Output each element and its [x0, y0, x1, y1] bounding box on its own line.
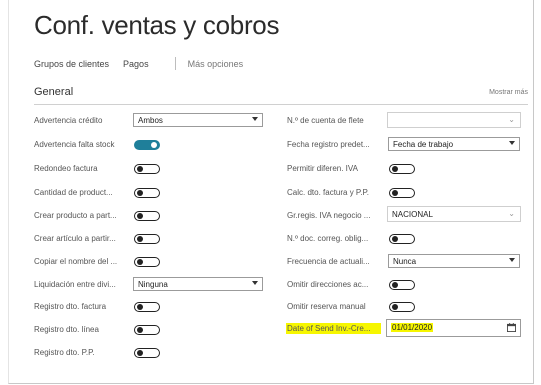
field-label: Date of Send Inv.-Cre...: [287, 323, 371, 333]
field-calc-dto: Calc. dto. factura y P.P.: [287, 184, 385, 200]
field-advertencia-stock: Advertencia falta stock: [34, 136, 126, 152]
toggle-knob: [137, 190, 143, 196]
toggle-registro-dto-factura[interactable]: [134, 302, 160, 312]
toggle-knob: [137, 350, 143, 356]
toggle-crear-producto[interactable]: [134, 211, 160, 221]
toggle-knob: [137, 327, 143, 333]
field-frecuencia-actualizacion: Frecuencia de actuali...: [287, 253, 385, 269]
field-advertencia-credito: Advertencia crédito: [34, 112, 126, 128]
toggle-knob: [392, 304, 398, 310]
chevron-down-icon: ⌄: [508, 115, 515, 124]
section-divider: [34, 104, 528, 105]
field-omitir-reserva: Omitir reserva manual: [287, 298, 385, 314]
date-input-send-inv[interactable]: 01/01/2020: [386, 319, 521, 337]
field-label: Advertencia falta stock: [34, 139, 115, 149]
field-label: Gr.regis. IVA negocio ...: [287, 210, 371, 220]
chevron-down-icon: [252, 281, 258, 285]
field-label: N.º doc. correg. oblig...: [287, 233, 369, 243]
field-label: Frecuencia de actuali...: [287, 256, 370, 266]
field-label: Crear artículo a partir...: [34, 233, 116, 243]
toggle-knob: [137, 213, 143, 219]
date-value: 01/01/2020: [391, 323, 434, 332]
toggle-knob: [137, 304, 143, 310]
select-value: Nunca: [393, 256, 417, 266]
toggle-advertencia-stock[interactable]: [134, 140, 160, 150]
field-label: Registro dto. P.P.: [34, 347, 95, 357]
field-label: Cantidad de product...: [34, 187, 113, 197]
field-label: Crear producto a part...: [34, 210, 117, 220]
show-more-link[interactable]: Mostrar más: [489, 89, 528, 96]
toggle-cantidad-producto[interactable]: [134, 188, 160, 198]
field-label: Omitir reserva manual: [287, 301, 366, 311]
field-cuenta-flete: N.º de cuenta de flete: [287, 112, 385, 128]
select-value: Ninguna: [138, 279, 168, 289]
section-title[interactable]: General: [34, 86, 73, 98]
field-date-send-inv: Date of Send Inv.-Cre...: [287, 320, 385, 336]
toggle-omitir-direcciones[interactable]: [389, 280, 415, 290]
toggle-registro-dto-linea[interactable]: [134, 325, 160, 335]
toggle-knob: [137, 236, 143, 242]
tab-mas-opciones[interactable]: Más opciones: [188, 59, 244, 69]
field-label: Registro dto. línea: [34, 324, 99, 334]
field-fecha-registro: Fecha registro predet...: [287, 136, 385, 152]
field-label: Registro dto. factura: [34, 301, 107, 311]
toggle-registro-dto-pp[interactable]: [134, 348, 160, 358]
field-gr-regis-iva: Gr.regis. IVA negocio ...: [287, 207, 385, 223]
select-value: NACIONAL: [392, 209, 433, 219]
field-label: Copiar el nombre del ...: [34, 256, 118, 266]
action-bar: Grupos de clientes Pagos Más opciones: [34, 57, 243, 70]
field-redondeo-factura: Redondeo factura: [34, 160, 126, 176]
toggle-knob: [151, 142, 157, 148]
select-value: Fecha de trabajo: [393, 139, 454, 149]
combo-gr-regis-iva[interactable]: NACIONAL ⌄: [387, 206, 521, 222]
toggle-n-doc-correg[interactable]: [389, 234, 415, 244]
chevron-down-icon: [509, 258, 515, 262]
field-label: Liquidación entre divi...: [34, 279, 116, 289]
field-label: Permitir diferen. IVA: [287, 163, 358, 173]
field-label: Fecha registro predet...: [287, 139, 370, 149]
toggle-knob: [137, 166, 143, 172]
toggle-knob: [392, 166, 398, 172]
select-value: Ambos: [138, 115, 163, 125]
field-registro-dto-pp: Registro dto. P.P.: [34, 344, 126, 360]
field-copiar-nombre: Copiar el nombre del ...: [34, 253, 126, 269]
field-n-doc-correg: N.º doc. correg. oblig...: [287, 230, 385, 246]
toggle-knob: [392, 282, 398, 288]
tab-pagos[interactable]: Pagos: [123, 59, 149, 69]
field-registro-dto-factura: Registro dto. factura: [34, 298, 126, 314]
field-label: Redondeo factura: [34, 163, 98, 173]
field-label: Omitir direcciones ac...: [287, 279, 369, 289]
toggle-knob: [392, 236, 398, 242]
select-advertencia-credito[interactable]: Ambos: [133, 113, 263, 127]
field-label: Advertencia crédito: [34, 115, 103, 125]
select-liquidacion[interactable]: Ninguna: [133, 277, 263, 291]
chevron-down-icon: [509, 141, 515, 145]
calendar-icon[interactable]: [507, 323, 516, 332]
field-label: Calc. dto. factura y P.P.: [287, 187, 369, 197]
select-fecha-registro[interactable]: Fecha de trabajo: [388, 137, 520, 151]
field-crear-articulo: Crear artículo a partir...: [34, 230, 126, 246]
toggle-knob: [137, 259, 143, 265]
toggle-knob: [392, 190, 398, 196]
select-frecuencia-actualizacion[interactable]: Nunca: [388, 254, 520, 268]
chevron-down-icon: ⌄: [508, 209, 515, 218]
field-cantidad-producto: Cantidad de product...: [34, 184, 126, 200]
field-registro-dto-linea: Registro dto. línea: [34, 321, 126, 337]
page-title: Conf. ventas y cobros: [34, 10, 280, 40]
field-crear-producto: Crear producto a part...: [34, 207, 126, 223]
toggle-crear-articulo[interactable]: [134, 234, 160, 244]
toggle-redondeo-factura[interactable]: [134, 164, 160, 174]
toggle-calc-dto[interactable]: [389, 188, 415, 198]
chevron-down-icon: [252, 117, 258, 121]
field-omitir-direcciones: Omitir direcciones ac...: [287, 276, 385, 292]
field-label: N.º de cuenta de flete: [287, 115, 364, 125]
toggle-copiar-nombre[interactable]: [134, 257, 160, 267]
field-permitir-diferen-iva: Permitir diferen. IVA: [287, 160, 385, 176]
toggle-omitir-reserva[interactable]: [389, 302, 415, 312]
toggle-permitir-diferen-iva[interactable]: [389, 164, 415, 174]
tab-grupos-clientes[interactable]: Grupos de clientes: [34, 59, 109, 69]
tab-separator: [174, 57, 176, 70]
combo-cuenta-flete[interactable]: ⌄: [387, 112, 521, 128]
field-liquidacion: Liquidación entre divi...: [34, 276, 126, 292]
